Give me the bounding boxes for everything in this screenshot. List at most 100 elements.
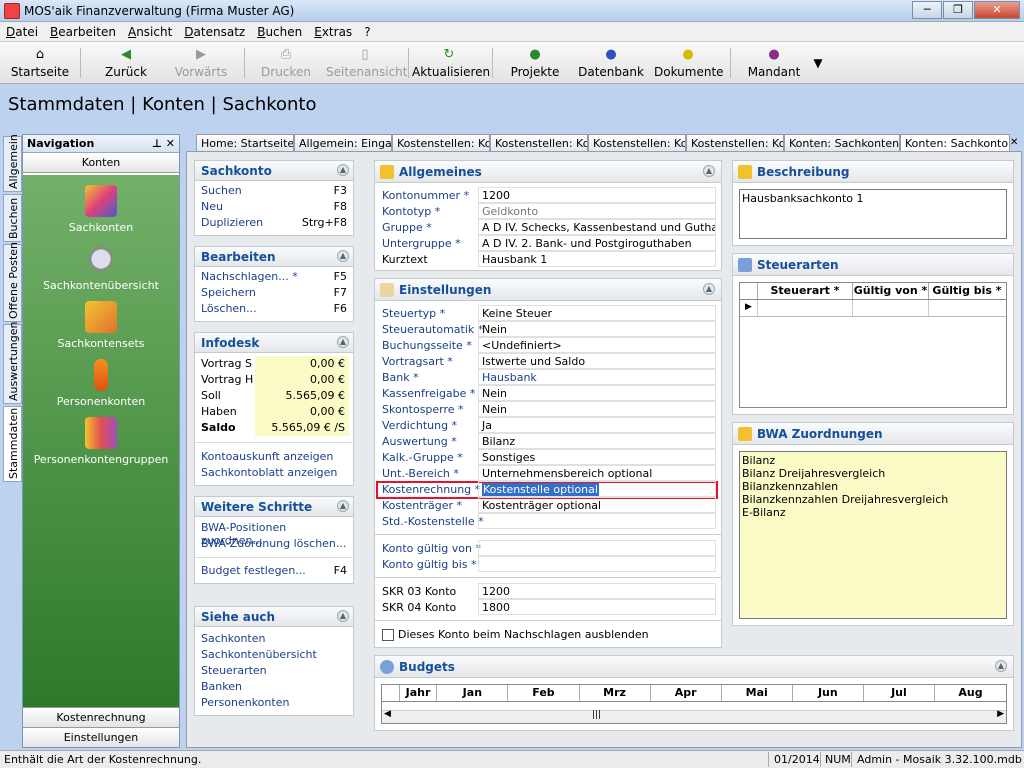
- close-tab-icon[interactable]: ✕: [1010, 137, 1018, 148]
- field-skontosperre: Skontosperre * Nein: [375, 401, 721, 417]
- bwa-list[interactable]: Bilanz Bilanz Dreijahresvergleich Bilanz…: [739, 451, 1007, 619]
- menu-help[interactable]: ?: [358, 22, 376, 41]
- nav-item-personenkonten[interactable]: Personenkonten: [23, 359, 179, 408]
- pin-icon[interactable]: ⊥: [152, 137, 162, 150]
- tab-kostenstellen-1[interactable]: Kostenstellen: Kos: [392, 134, 490, 152]
- print-button[interactable]: ⎙ Drucken: [258, 45, 314, 81]
- link-sachkontenuebersicht[interactable]: Sachkontenübersicht: [195, 647, 353, 663]
- action-suchen[interactable]: Suchen F3: [195, 183, 353, 199]
- nav-item-sachkonten[interactable]: Sachkonten: [23, 185, 179, 234]
- menu-datei[interactable]: Datei: [0, 22, 44, 41]
- action-speichern[interactable]: Speichern F7: [195, 285, 353, 301]
- checkbox-ausblenden[interactable]: Dieses Konto beim Nachschlagen ausblende…: [375, 626, 721, 644]
- field-kostenrechnung: Kostenrechnung * Kostenstelle optional: [375, 481, 721, 499]
- collapse-icon[interactable]: ▲: [703, 283, 715, 295]
- forward-button[interactable]: ▶ Vorwärts: [170, 45, 232, 81]
- collapse-icon[interactable]: ▲: [337, 164, 349, 176]
- collapse-icon[interactable]: ▲: [337, 250, 349, 262]
- tab-kostenstellen-3[interactable]: Kostenstellen: Kos: [588, 134, 686, 152]
- action-nachschlagen[interactable]: Nachschlagen... * F5: [195, 269, 353, 285]
- link-steuerarten[interactable]: Steuerarten: [195, 663, 353, 679]
- right-column: Beschreibung Hausbanksachkonto 1 Steuera…: [732, 160, 1014, 633]
- back-button[interactable]: ◀ Zurück: [100, 45, 152, 81]
- field-buchungsseite: Buchungsseite * <Undefiniert>: [375, 337, 721, 353]
- tab-allgemein-eingang[interactable]: Allgemein: Eingang: [294, 134, 392, 152]
- collapse-icon[interactable]: ▲: [337, 610, 349, 622]
- vtab-stammdaten[interactable]: Stammdaten: [3, 406, 22, 482]
- table-icon: [738, 258, 752, 272]
- info-soll: Soll 5.565,09 €: [195, 388, 353, 404]
- nav-einstellungen[interactable]: Einstellungen: [23, 727, 179, 747]
- link-sachkontoblatt[interactable]: Sachkontoblatt anzeigen: [195, 465, 353, 481]
- menu-buchen[interactable]: Buchen: [251, 22, 308, 41]
- menu-datensatz[interactable]: Datensatz: [178, 22, 251, 41]
- group-budgets: Budgets ▲ Jahr Jan Feb Mrz Apr Mai Jun Ju…: [374, 655, 1014, 731]
- field-kalk-gruppe: Kalk.-Gruppe * Sonstiges: [375, 449, 721, 465]
- vtab-auswertungen[interactable]: Auswertungen: [3, 322, 22, 404]
- nav-item-personenkontengruppen[interactable]: Personenkontengruppen: [23, 417, 179, 466]
- menu-extras[interactable]: Extras: [308, 22, 358, 41]
- preview-button[interactable]: ▯ Seitenansicht: [326, 45, 407, 81]
- link-personenkonten[interactable]: Personenkonten: [195, 695, 353, 711]
- link-banken[interactable]: Banken: [195, 679, 353, 695]
- field-steuertyp: Steuertyp * Keine Steuer: [375, 305, 721, 321]
- menu-bearbeiten[interactable]: Bearbeiten: [44, 22, 122, 41]
- nav-kostenrechnung[interactable]: Kostenrechnung: [23, 707, 179, 727]
- action-duplizieren[interactable]: Duplizieren Strg+F8: [195, 215, 353, 231]
- nav-item-sachkontensets[interactable]: Sachkontensets: [23, 301, 179, 350]
- nav-item-sachkontenuebersicht[interactable]: Sachkontenübersicht: [23, 243, 179, 292]
- vtab-buchen[interactable]: Buchen: [3, 194, 22, 242]
- nav-section-konten[interactable]: Konten: [23, 153, 179, 173]
- field-std-kostenstelle: Std.-Kostenstelle *: [375, 513, 721, 529]
- tab-konten-sachkonten[interactable]: Konten: Sachkonten: [784, 134, 900, 152]
- action-budget-festlegen[interactable]: Budget festlegen... F4: [195, 563, 353, 579]
- tab-kostenstellen-2[interactable]: Kostenstellen: Kos: [490, 134, 588, 152]
- mandant-button[interactable]: ● Mandant: [744, 45, 804, 81]
- list-item[interactable]: Bilanzkennzahlen: [742, 480, 1004, 493]
- users-icon: ●: [768, 47, 780, 62]
- collapse-icon[interactable]: ▲: [995, 660, 1007, 672]
- budget-grid[interactable]: Jahr Jan Feb Mrz Apr Mai Jun Jul Aug ◀ ||…: [381, 684, 1007, 724]
- list-item[interactable]: Bilanzkennzahlen Dreijahresvergleich: [742, 493, 1004, 506]
- status-bar: Enthält die Art der Kostenrechnung. 01/2…: [0, 750, 1024, 768]
- minimize-button[interactable]: ─: [912, 1, 942, 19]
- checkbox[interactable]: [382, 629, 394, 641]
- maximize-button[interactable]: ❐: [943, 1, 973, 19]
- mandant-dropdown-icon[interactable]: ▼: [810, 56, 826, 92]
- horizontal-scrollbar[interactable]: ◀ ||| ▶: [382, 709, 1006, 723]
- vtab-offene-posten[interactable]: Offene Posten: [3, 242, 22, 322]
- table-row[interactable]: ▶: [740, 300, 1006, 317]
- startseite-button[interactable]: ⌂ Startseite: [10, 45, 70, 81]
- collapse-icon[interactable]: ▲: [337, 500, 349, 512]
- vtab-allgemein[interactable]: Allgemein: [3, 134, 22, 192]
- collapse-icon[interactable]: ▲: [337, 336, 349, 348]
- tab-home[interactable]: Home: Startseite: [196, 134, 294, 152]
- dokumente-button[interactable]: ● Dokumente: [654, 45, 724, 81]
- menu-ansicht[interactable]: Ansicht: [122, 22, 178, 41]
- list-item[interactable]: Bilanz Dreijahresvergleich: [742, 467, 1004, 480]
- close-icon[interactable]: ✕: [166, 137, 175, 150]
- list-item[interactable]: E-Bilanz: [742, 506, 1004, 519]
- description-textarea[interactable]: Hausbanksachkonto 1: [739, 189, 1007, 239]
- steuerarten-table[interactable]: Steuerart * Gültig von * Gültig bis * ▶: [739, 282, 1007, 408]
- vertical-tab-strip: Allgemein Buchen Offene Posten Auswertun…: [3, 134, 22, 748]
- list-item[interactable]: Bilanz: [742, 454, 1004, 467]
- collapse-icon[interactable]: ▲: [703, 165, 715, 177]
- action-bwa-loeschen[interactable]: BWA-Zuordnung löschen...: [195, 536, 353, 552]
- datenbank-button[interactable]: ● Datenbank: [578, 45, 644, 81]
- action-bwa-zuordnen[interactable]: BWA-Positionen zuordnen...: [195, 520, 353, 547]
- link-sachkonten[interactable]: Sachkonten: [195, 631, 353, 647]
- projekte-button[interactable]: ● Projekte: [505, 45, 565, 81]
- group-einstellungen: Einstellungen ▲ Steuertyp * Keine Steuer S…: [374, 278, 722, 648]
- navigation-header: Navigation ⊥ ✕: [23, 135, 179, 153]
- star-icon: [380, 165, 394, 179]
- action-neu[interactable]: Neu F8: [195, 199, 353, 215]
- field-gueltig-von: Konto gültig von *: [375, 540, 721, 556]
- link-kontoauskunft[interactable]: Kontoauskunft anzeigen: [195, 449, 353, 465]
- group-allgemeines: Allgemeines ▲ Kontonummer * 1200 Kontotyp …: [374, 160, 722, 271]
- close-button[interactable]: ✕: [974, 1, 1020, 19]
- action-loeschen[interactable]: Löschen... F6: [195, 301, 353, 317]
- tab-kostenstellen-4[interactable]: Kostenstellen: Kos: [686, 134, 784, 152]
- main-content: Sachkonto ▲ Suchen F3 Neu F8 Duplizieren Str…: [186, 151, 1022, 748]
- refresh-button[interactable]: ↻ Aktualisieren: [412, 45, 490, 81]
